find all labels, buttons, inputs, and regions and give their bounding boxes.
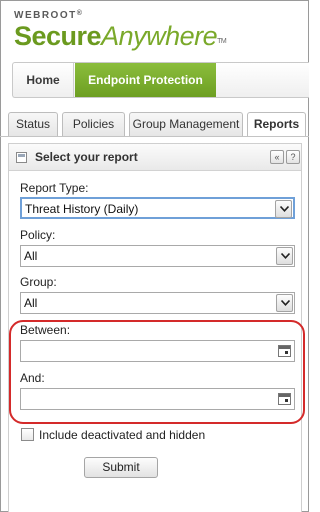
tab-group-management[interactable]: Group Management	[129, 112, 243, 136]
panel-header: Select your report « ?	[9, 144, 301, 171]
panel-title: Select your report	[35, 150, 138, 164]
tab-status[interactable]: Status	[8, 112, 58, 136]
report-type-value: Threat History (Daily)	[25, 202, 139, 216]
report-type-label: Report Type:	[20, 181, 89, 195]
group-select[interactable]: All	[20, 292, 295, 314]
logo-registered-mark: ®	[76, 10, 84, 17]
group-value: All	[24, 296, 38, 310]
nav-home[interactable]: Home	[13, 63, 74, 97]
tab-policies[interactable]: Policies	[62, 112, 125, 136]
tab-reports[interactable]: Reports	[247, 112, 306, 137]
logo-secure-text: Secure	[14, 21, 102, 51]
chevron-down-icon[interactable]	[276, 294, 293, 312]
panel-window-icon	[16, 152, 27, 163]
include-deactivated-label: Include deactivated and hidden	[39, 428, 206, 442]
tab-divider	[0, 136, 309, 137]
logo-anywhere-text: Anywhere	[101, 21, 218, 51]
policy-label: Policy:	[20, 228, 56, 242]
chevron-down-icon[interactable]	[275, 200, 292, 218]
policy-value: All	[24, 249, 38, 263]
main-nav: Home Endpoint Protection	[12, 62, 309, 98]
group-label: Group:	[20, 275, 57, 289]
report-panel: Select your report « ? Report Type: Thre…	[8, 143, 305, 512]
submit-button[interactable]: Submit	[84, 457, 158, 478]
logo-top-text: WEBROOT	[14, 10, 77, 21]
policy-select[interactable]: All	[20, 245, 295, 267]
report-type-select[interactable]: Threat History (Daily)	[20, 197, 295, 219]
logo-tm-mark: TM	[217, 38, 227, 45]
chevron-down-icon[interactable]	[276, 247, 293, 265]
include-deactivated-checkbox[interactable]	[21, 428, 34, 441]
date-range-highlight	[9, 320, 305, 424]
help-icon[interactable]: ?	[286, 150, 300, 164]
webroot-logo: WEBROOT® SecureAnywhereTM	[14, 8, 227, 57]
collapse-icon[interactable]: «	[270, 150, 284, 164]
nav-endpoint-protection[interactable]: Endpoint Protection	[75, 63, 216, 97]
